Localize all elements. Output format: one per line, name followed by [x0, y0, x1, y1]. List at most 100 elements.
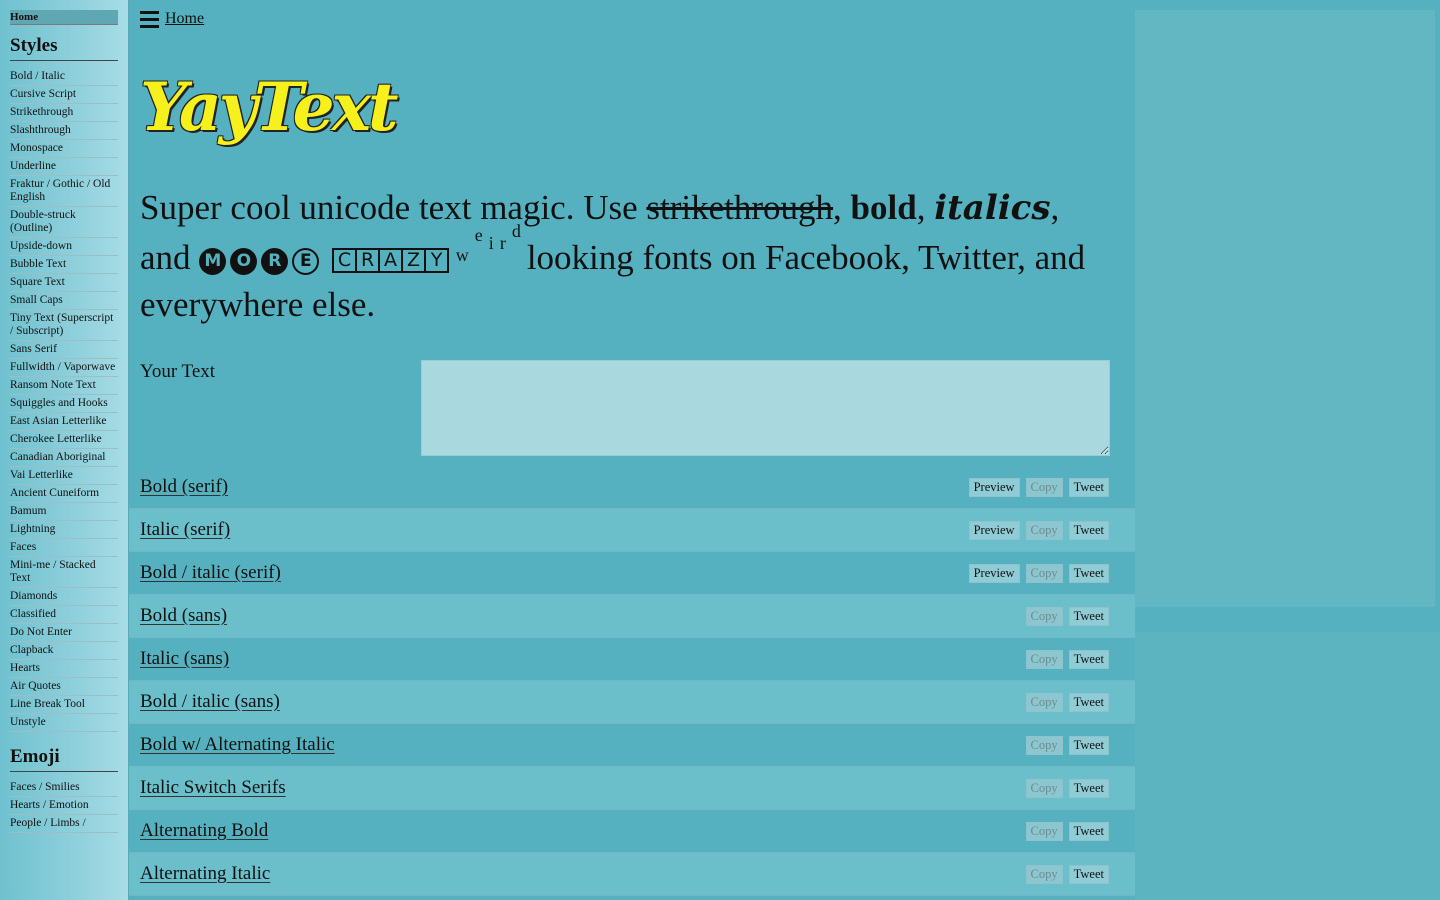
- sidebar-item[interactable]: Lightning: [10, 521, 118, 539]
- sidebar-item[interactable]: Cherokee Letterlike: [10, 431, 118, 449]
- copy-button[interactable]: Copy: [1025, 649, 1063, 669]
- sidebar-item[interactable]: Slashthrough: [10, 122, 118, 140]
- sidebar-item[interactable]: Vai Letterlike: [10, 467, 118, 485]
- tagline-text: Super cool unicode text magic. Use: [140, 188, 647, 227]
- top-bar: Home: [140, 10, 204, 28]
- tweet-button[interactable]: Tweet: [1068, 520, 1109, 540]
- copy-button[interactable]: Copy: [1025, 778, 1063, 798]
- sidebar-item[interactable]: Hearts: [10, 660, 118, 678]
- sidebar-item[interactable]: Diamonds: [10, 588, 118, 606]
- style-row-buttons: Copy Tweet: [1025, 606, 1109, 626]
- style-row-title[interactable]: Italic (serif): [140, 519, 230, 541]
- tagline-strikethrough: strikethrough: [646, 188, 834, 227]
- weird-letter: r: [499, 233, 512, 253]
- sidebar-item[interactable]: Squiggles and Hooks: [10, 395, 118, 413]
- style-row-title[interactable]: Bold w/ Alternating Italic: [140, 734, 335, 756]
- weird-letter: i: [488, 233, 500, 253]
- your-text-input[interactable]: [421, 360, 1110, 456]
- right-ad-panel: [1135, 10, 1435, 607]
- sidebar-item[interactable]: Do Not Enter: [10, 624, 118, 642]
- style-row-buttons: Copy Tweet: [1025, 692, 1109, 712]
- copy-button[interactable]: Copy: [1025, 606, 1063, 626]
- preview-button[interactable]: Preview: [968, 520, 1020, 540]
- copy-button[interactable]: Copy: [1025, 864, 1063, 884]
- sidebar-item[interactable]: Unstyle: [10, 714, 118, 732]
- style-row-title[interactable]: Italic Switch Serifs: [140, 777, 286, 799]
- sidebar-item[interactable]: Ancient Cuneiform: [10, 485, 118, 503]
- preview-button[interactable]: Preview: [968, 563, 1020, 583]
- sidebar: Home Styles Bold / Italic Cursive Script S…: [0, 0, 129, 900]
- sidebar-styles-heading: Styles: [10, 35, 118, 61]
- style-row-buttons: Copy Tweet: [1025, 735, 1109, 755]
- style-row-buttons: Copy Tweet: [1025, 864, 1109, 884]
- tagline: Super cool unicode text magic. Use strik…: [140, 184, 1110, 328]
- style-row-title[interactable]: Bold (sans): [140, 605, 227, 627]
- sidebar-item[interactable]: Hearts / Emotion: [10, 797, 118, 815]
- sidebar-item[interactable]: Bold / Italic: [10, 68, 118, 86]
- tweet-button[interactable]: Tweet: [1068, 649, 1109, 669]
- circled-letter: O: [230, 248, 258, 275]
- sidebar-item[interactable]: Double-struck (Outline): [10, 207, 118, 238]
- style-row-title[interactable]: Alternating Bold: [140, 820, 268, 842]
- sidebar-item[interactable]: Fullwidth / Vaporwave: [10, 359, 118, 377]
- tweet-button[interactable]: Tweet: [1068, 735, 1109, 755]
- tagline-more-circled: MORE: [199, 238, 323, 277]
- style-row: Italic (serif) Preview Copy Tweet: [129, 509, 1135, 552]
- style-row-buttons: Copy Tweet: [1025, 778, 1109, 798]
- tweet-button[interactable]: Tweet: [1068, 563, 1109, 583]
- sidebar-item[interactable]: East Asian Letterlike: [10, 413, 118, 431]
- sidebar-item[interactable]: Square Text: [10, 274, 118, 292]
- tweet-button[interactable]: Tweet: [1068, 778, 1109, 798]
- tweet-button[interactable]: Tweet: [1068, 864, 1109, 884]
- sidebar-item[interactable]: Clapback: [10, 642, 118, 660]
- sidebar-item[interactable]: Strikethrough: [10, 104, 118, 122]
- breadcrumb-home-link[interactable]: Home: [165, 10, 204, 28]
- copy-button[interactable]: Copy: [1025, 692, 1063, 712]
- style-row-title[interactable]: Bold (serif): [140, 476, 228, 498]
- copy-button[interactable]: Copy: [1025, 821, 1063, 841]
- sidebar-item[interactable]: Small Caps: [10, 292, 118, 310]
- sidebar-item[interactable]: Faces / Smilies: [10, 779, 118, 797]
- sidebar-item[interactable]: Mini-me / Stacked Text: [10, 557, 118, 588]
- tweet-button[interactable]: Tweet: [1068, 606, 1109, 626]
- sidebar-item[interactable]: Canadian Aboriginal: [10, 449, 118, 467]
- preview-button[interactable]: Preview: [968, 477, 1020, 497]
- style-row-title[interactable]: Italic (sans): [140, 648, 229, 670]
- sidebar-item[interactable]: Classified: [10, 606, 118, 624]
- tagline-weird: weird: [456, 221, 527, 279]
- style-row: Bold w/ Alternating Italic Copy Tweet: [129, 724, 1135, 767]
- style-row-title[interactable]: Bold / italic (serif): [140, 562, 281, 584]
- tweet-button[interactable]: Tweet: [1068, 821, 1109, 841]
- copy-button[interactable]: Copy: [1025, 520, 1063, 540]
- copy-button[interactable]: Copy: [1025, 735, 1063, 755]
- sidebar-item[interactable]: Faces: [10, 539, 118, 557]
- style-row: Italic (sans) Copy Tweet: [129, 638, 1135, 681]
- sidebar-item[interactable]: Fraktur / Gothic / Old English: [10, 176, 118, 207]
- sidebar-item[interactable]: Cursive Script: [10, 86, 118, 104]
- circled-letter: R: [261, 248, 289, 275]
- sidebar-item[interactable]: Ransom Note Text: [10, 377, 118, 395]
- sidebar-item[interactable]: Bamum: [10, 503, 118, 521]
- style-row-title[interactable]: Bold / italic (sans): [140, 691, 280, 713]
- squared-letter: A: [378, 248, 404, 273]
- sidebar-styles-list: Bold / Italic Cursive Script Strikethrough…: [10, 68, 118, 732]
- copy-button[interactable]: Copy: [1025, 563, 1063, 583]
- style-row-buttons: Copy Tweet: [1025, 649, 1109, 669]
- tweet-button[interactable]: Tweet: [1068, 692, 1109, 712]
- sidebar-item[interactable]: Line Break Tool: [10, 696, 118, 714]
- copy-button[interactable]: Copy: [1025, 477, 1063, 497]
- sidebar-home-link[interactable]: Home: [10, 10, 118, 25]
- sidebar-item[interactable]: Air Quotes: [10, 678, 118, 696]
- sidebar-item[interactable]: People / Limbs /: [10, 815, 118, 833]
- sidebar-item[interactable]: Underline: [10, 158, 118, 176]
- tagline-crazy-squared: CRAZY: [332, 238, 450, 277]
- yaytext-logo: YayText: [140, 68, 398, 146]
- sidebar-item[interactable]: Bubble Text: [10, 256, 118, 274]
- sidebar-item[interactable]: Tiny Text (Superscript / Subscript): [10, 310, 118, 341]
- sidebar-item[interactable]: Monospace: [10, 140, 118, 158]
- style-row-title[interactable]: Alternating Italic: [140, 863, 270, 885]
- sidebar-item[interactable]: Sans Serif: [10, 341, 118, 359]
- hamburger-menu-icon[interactable]: [140, 10, 159, 28]
- tweet-button[interactable]: Tweet: [1068, 477, 1109, 497]
- sidebar-item[interactable]: Upside-down: [10, 238, 118, 256]
